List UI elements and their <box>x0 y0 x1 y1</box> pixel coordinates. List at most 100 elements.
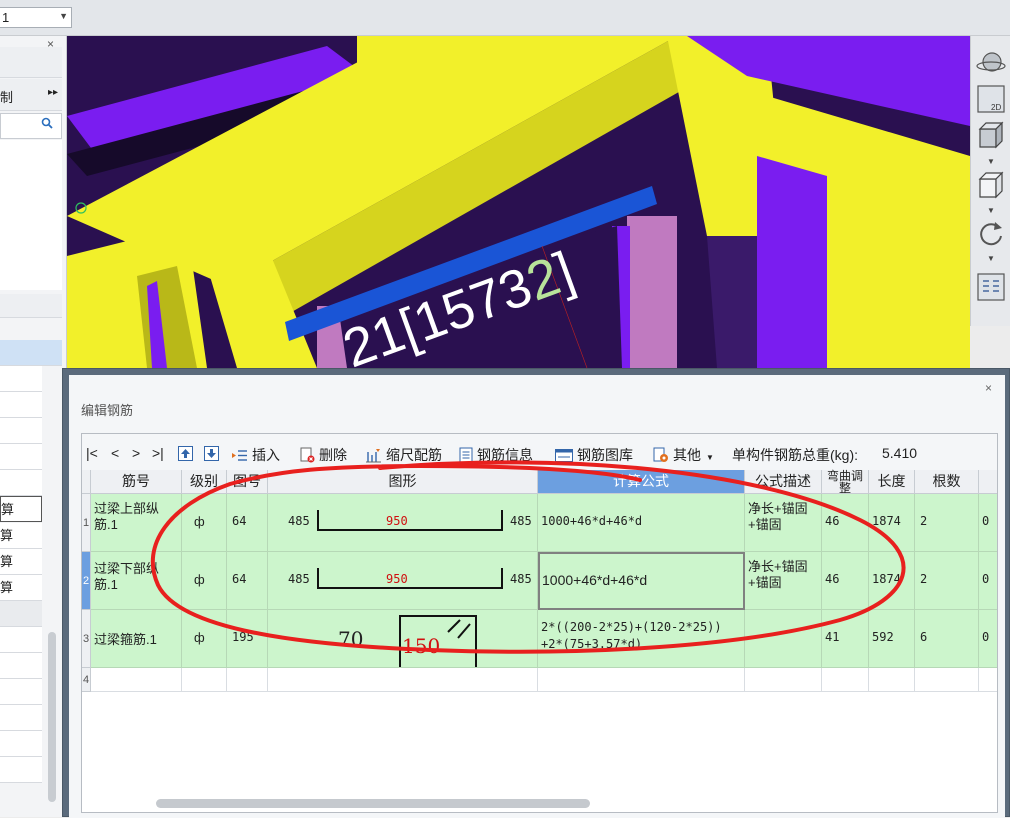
list-item[interactable] <box>0 601 42 627</box>
list-item[interactable] <box>0 731 42 757</box>
left-panel-item[interactable]: 制 ▸▸ <box>0 79 62 111</box>
delete-button[interactable]: 删除 <box>300 445 347 465</box>
chevron-down-icon[interactable]: ▼ <box>987 206 995 215</box>
next-record-button[interactable]: > <box>132 445 140 461</box>
column-header[interactable]: 图号 <box>227 470 268 494</box>
chevron-down-icon[interactable]: ▼ <box>987 254 995 263</box>
table-cell[interactable]: 净长+锚固+锚固 <box>745 494 822 552</box>
column-header[interactable]: 弯曲调整 <box>822 470 869 494</box>
view-2d-icon[interactable]: 2D <box>975 84 1007 114</box>
rebar-library-button[interactable]: 钢筋图库 <box>555 445 633 465</box>
table-cell[interactable]: 195 <box>227 610 268 668</box>
list-item[interactable] <box>0 366 42 392</box>
table-cell[interactable] <box>538 668 745 692</box>
table-cell[interactable]: 0 <box>979 494 997 552</box>
chevron-down-icon[interactable]: ▼ <box>987 157 995 166</box>
table-row[interactable]: 过梁箍筋.1 <box>91 610 182 668</box>
table-cell[interactable]: 1874 <box>869 552 915 610</box>
search-icon[interactable] <box>41 117 53 132</box>
list-item-selected[interactable] <box>0 340 62 366</box>
table-cell[interactable]: ф <box>182 552 227 610</box>
column-header[interactable]: 长度 <box>869 470 915 494</box>
column-header[interactable]: 公式描述 <box>745 470 822 494</box>
table-cell[interactable]: ф <box>182 494 227 552</box>
table-cell[interactable]: ф <box>182 610 227 668</box>
rebar-info-button[interactable]: 钢筋信息 <box>459 445 533 465</box>
row-number[interactable]: 4 <box>82 668 91 692</box>
first-record-button[interactable]: |< <box>86 445 98 461</box>
list-item[interactable]: 算 <box>0 575 42 601</box>
move-down-button[interactable] <box>204 445 223 461</box>
table-row[interactable]: 过梁上部纵筋.1 <box>91 494 182 552</box>
list-item[interactable]: 算 <box>0 496 42 522</box>
prev-record-button[interactable]: < <box>111 445 119 461</box>
table-cell[interactable] <box>869 668 915 692</box>
list-item[interactable]: 算 <box>0 523 42 549</box>
list-item[interactable] <box>0 392 42 418</box>
list-item[interactable] <box>0 470 42 496</box>
formula-cell[interactable]: 2*((200-2*25)+(120-2*25)) +2*(75+3.57*d) <box>538 610 745 668</box>
list-item[interactable] <box>0 444 42 470</box>
column-header[interactable]: 根数 <box>915 470 979 494</box>
column-header[interactable]: 计算公式 <box>538 470 745 494</box>
table-cell[interactable] <box>822 668 869 692</box>
layout-grid-icon[interactable] <box>975 272 1007 302</box>
table-cell[interactable] <box>915 668 979 692</box>
shape-cell[interactable]: 485 950 485 <box>268 552 538 610</box>
table-cell[interactable]: 2 <box>915 552 979 610</box>
table-cell[interactable]: 0 <box>979 552 997 610</box>
table-cell[interactable]: 46 <box>822 552 869 610</box>
cube-3d-icon[interactable] <box>975 120 1007 150</box>
list-item[interactable]: 算 <box>0 549 42 575</box>
formula-cell[interactable]: 1000+46*d+46*d <box>538 494 745 552</box>
row-number[interactable]: 3 <box>82 610 91 668</box>
shape-cell[interactable]: 70 150 <box>268 610 538 668</box>
table-cell[interactable] <box>268 668 538 692</box>
other-menu-button[interactable]: 其他 ▼ <box>653 445 714 465</box>
3d-viewport[interactable]: 21[15732] <box>67 36 970 368</box>
formula-cell[interactable]: 1000+46*d+46*d <box>538 552 745 610</box>
column-header[interactable] <box>979 470 997 494</box>
list-item[interactable] <box>0 679 42 705</box>
table-cell[interactable] <box>745 610 822 668</box>
double-chevron-right-icon[interactable]: ▸▸ <box>48 87 58 98</box>
cube-outline-icon[interactable] <box>975 170 1007 200</box>
floor-combo[interactable]: 1 ▼ <box>0 7 72 28</box>
insert-button[interactable]: 插入 <box>232 445 280 465</box>
table-cell[interactable]: 0 <box>979 610 997 668</box>
list-item[interactable] <box>0 653 42 679</box>
column-header[interactable]: 图形 <box>268 470 538 494</box>
row-number[interactable]: 2 <box>82 552 91 610</box>
table-cell[interactable] <box>745 668 822 692</box>
table-cell[interactable]: 41 <box>822 610 869 668</box>
table-row[interactable]: 过梁下部纵筋.1 <box>91 552 182 610</box>
table-cell[interactable]: 6 <box>915 610 979 668</box>
globe-icon[interactable] <box>975 48 1007 78</box>
close-icon[interactable]: × <box>985 381 992 395</box>
table-cell[interactable]: 净长+锚固+锚固 <box>745 552 822 610</box>
table-cell[interactable] <box>182 668 227 692</box>
column-header[interactable]: 筋号 <box>91 470 182 494</box>
table-cell[interactable] <box>979 668 997 692</box>
table-cell[interactable]: 64 <box>227 494 268 552</box>
last-record-button[interactable]: >| <box>152 445 164 461</box>
left-search-input[interactable] <box>0 113 62 139</box>
row-number[interactable]: 1 <box>82 494 91 552</box>
column-header[interactable]: 级别 <box>182 470 227 494</box>
list-item[interactable] <box>0 757 42 783</box>
table-cell[interactable]: 592 <box>869 610 915 668</box>
move-up-button[interactable] <box>178 445 197 461</box>
shape-cell[interactable]: 485 950 485 <box>268 494 538 552</box>
scale-rebar-button[interactable]: 缩尺配筋 <box>366 445 442 465</box>
table-cell[interactable]: 64 <box>227 552 268 610</box>
table-cell[interactable] <box>227 668 268 692</box>
vertical-scrollbar[interactable] <box>48 632 56 802</box>
table-row[interactable] <box>91 668 182 692</box>
list-item[interactable] <box>0 705 42 731</box>
rotate-icon[interactable] <box>975 218 1007 248</box>
table-cell[interactable]: 46 <box>822 494 869 552</box>
table-cell[interactable]: 1874 <box>869 494 915 552</box>
list-item[interactable] <box>0 627 42 653</box>
list-item[interactable] <box>0 418 42 444</box>
table-cell[interactable]: 2 <box>915 494 979 552</box>
